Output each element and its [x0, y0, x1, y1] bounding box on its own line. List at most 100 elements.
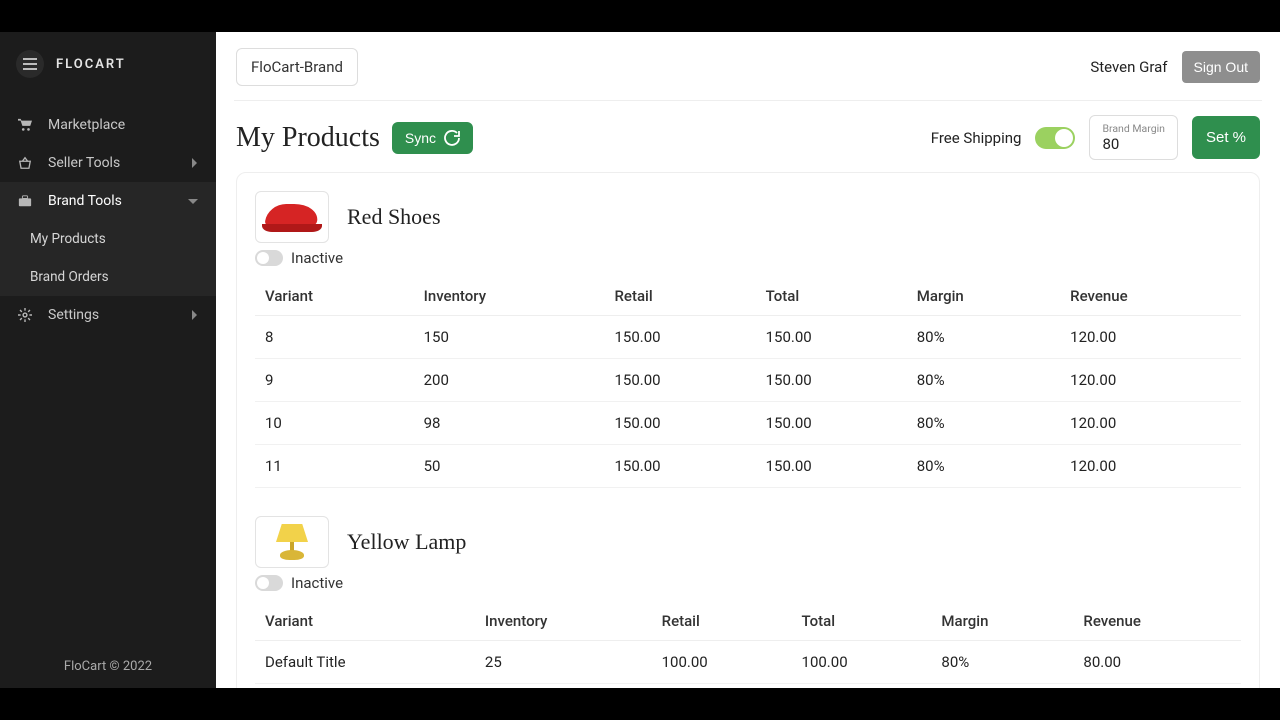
chevron-right-icon: [190, 158, 198, 168]
store-selector[interactable]: FloCart-Brand: [236, 48, 358, 86]
product-status-label: Inactive: [291, 574, 343, 592]
sidebar-footer: FloCart © 2022: [0, 645, 216, 688]
product-thumbnail: [255, 516, 329, 568]
col-variant: Variant: [255, 602, 477, 641]
shoe-icon: [260, 200, 324, 234]
cell-retail: 150.00: [606, 445, 757, 488]
product-active-toggle[interactable]: [255, 575, 283, 591]
cell-variant: 9: [255, 359, 416, 402]
cell-margin: 80%: [909, 402, 1062, 445]
col-total: Total: [758, 277, 909, 316]
sidebar-item-brand-tools[interactable]: Brand Tools: [0, 182, 216, 220]
sidebar-item-settings[interactable]: Settings: [0, 296, 216, 334]
content-scroll[interactable]: Red Shoes Inactive Variant Inventory Ret…: [216, 172, 1280, 688]
product-status-row: Inactive: [255, 574, 1241, 592]
product-thumbnail: [255, 191, 329, 243]
sign-out-button[interactable]: Sign Out: [1182, 51, 1260, 83]
product-title: Red Shoes: [347, 204, 441, 230]
cell-margin: 80%: [933, 641, 1075, 684]
col-revenue: Revenue: [1062, 277, 1241, 316]
cell-revenue: 120.00: [1062, 316, 1241, 359]
cell-total: 100.00: [794, 641, 934, 684]
cell-retail: 150.00: [606, 359, 757, 402]
lamp-icon: [270, 520, 314, 564]
cell-margin: 80%: [909, 445, 1062, 488]
cell-inventory: 50: [416, 445, 607, 488]
gear-icon: [18, 308, 34, 322]
nav-label: Seller Tools: [48, 155, 120, 171]
cell-inventory: 200: [416, 359, 607, 402]
table-row: 9 200 150.00 150.00 80% 120.00: [255, 359, 1241, 402]
chevron-down-icon: [188, 197, 198, 205]
col-margin: Margin: [933, 602, 1075, 641]
cell-inventory: 25: [477, 641, 654, 684]
product-head: Red Shoes: [255, 191, 1241, 243]
sync-label: Sync: [405, 130, 436, 146]
cell-margin: 80%: [909, 316, 1062, 359]
nav-label: Brand Tools: [48, 193, 122, 209]
col-revenue: Revenue: [1075, 602, 1241, 641]
subnav-item-my-products[interactable]: My Products: [0, 220, 216, 258]
col-retail: Retail: [606, 277, 757, 316]
brand-margin-label: Brand Margin: [1102, 122, 1165, 135]
cell-inventory: 150: [416, 316, 607, 359]
table-row: 11 50 150.00 150.00 80% 120.00: [255, 445, 1241, 488]
cell-margin: 80%: [909, 359, 1062, 402]
cell-total: 150.00: [758, 445, 909, 488]
col-inventory: Inventory: [477, 602, 654, 641]
product-status-label: Inactive: [291, 249, 343, 267]
main-area: FloCart-Brand Steven Graf Sign Out My Pr…: [216, 32, 1280, 688]
brand-margin-value: 80: [1102, 135, 1165, 153]
cell-variant: 10: [255, 402, 416, 445]
cell-inventory: 98: [416, 402, 607, 445]
basket-icon: [18, 156, 34, 170]
menu-icon[interactable]: [16, 50, 44, 78]
topbar: FloCart-Brand Steven Graf Sign Out: [216, 32, 1280, 100]
col-variant: Variant: [255, 277, 416, 316]
table-row: 8 150 150.00 150.00 80% 120.00: [255, 316, 1241, 359]
table-row: Default Title 25 100.00 100.00 80% 80.00: [255, 641, 1241, 684]
col-retail: Retail: [654, 602, 794, 641]
subnav-item-brand-orders[interactable]: Brand Orders: [0, 258, 216, 296]
user-name: Steven Graf: [1090, 58, 1167, 76]
product-block: Red Shoes Inactive Variant Inventory Ret…: [255, 191, 1241, 488]
brand-tools-submenu: My Products Brand Orders: [0, 220, 216, 296]
cell-revenue: 120.00: [1062, 445, 1241, 488]
cell-retail: 150.00: [606, 316, 757, 359]
cell-revenue: 120.00: [1062, 359, 1241, 402]
sidebar-item-marketplace[interactable]: Marketplace: [0, 106, 216, 144]
table-head: Variant Inventory Retail Total Margin Re…: [255, 277, 1241, 316]
page-header: My Products Sync Free Shipping Brand Mar…: [216, 101, 1280, 172]
briefcase-icon: [18, 194, 34, 208]
variants-table: Variant Inventory Retail Total Margin Re…: [255, 277, 1241, 488]
subnav-label: Brand Orders: [30, 269, 109, 285]
free-shipping-toggle[interactable]: [1035, 127, 1075, 149]
header-right: Free Shipping Brand Margin 80 Set %: [931, 115, 1260, 160]
sync-button[interactable]: Sync: [392, 122, 473, 154]
cell-total: 150.00: [758, 359, 909, 402]
sidebar-nav: Marketplace Seller Tools Brand Tools: [0, 106, 216, 334]
app-root: FLOCART Marketplace Seller Tools: [0, 32, 1280, 688]
cell-variant: 11: [255, 445, 416, 488]
nav-label: Marketplace: [48, 117, 125, 133]
variants-table: Variant Inventory Retail Total Margin Re…: [255, 602, 1241, 684]
product-active-toggle[interactable]: [255, 250, 283, 266]
chevron-right-icon: [190, 310, 198, 320]
cell-variant: 8: [255, 316, 416, 359]
refresh-icon: [444, 130, 460, 146]
col-total: Total: [794, 602, 934, 641]
brand-margin-input[interactable]: Brand Margin 80: [1089, 115, 1178, 160]
subnav-label: My Products: [30, 231, 106, 247]
product-block: Yellow Lamp Inactive Variant Inventory R…: [255, 516, 1241, 684]
cell-revenue: 120.00: [1062, 402, 1241, 445]
sidebar-header: FLOCART: [0, 32, 216, 96]
col-inventory: Inventory: [416, 277, 607, 316]
page-title: My Products: [236, 122, 380, 154]
sidebar: FLOCART Marketplace Seller Tools: [0, 32, 216, 688]
table-row: 10 98 150.00 150.00 80% 120.00: [255, 402, 1241, 445]
sidebar-item-seller-tools[interactable]: Seller Tools: [0, 144, 216, 182]
cell-revenue: 80.00: [1075, 641, 1241, 684]
set-percent-button[interactable]: Set %: [1192, 116, 1260, 159]
cell-total: 150.00: [758, 402, 909, 445]
store-name: FloCart-Brand: [251, 58, 343, 76]
